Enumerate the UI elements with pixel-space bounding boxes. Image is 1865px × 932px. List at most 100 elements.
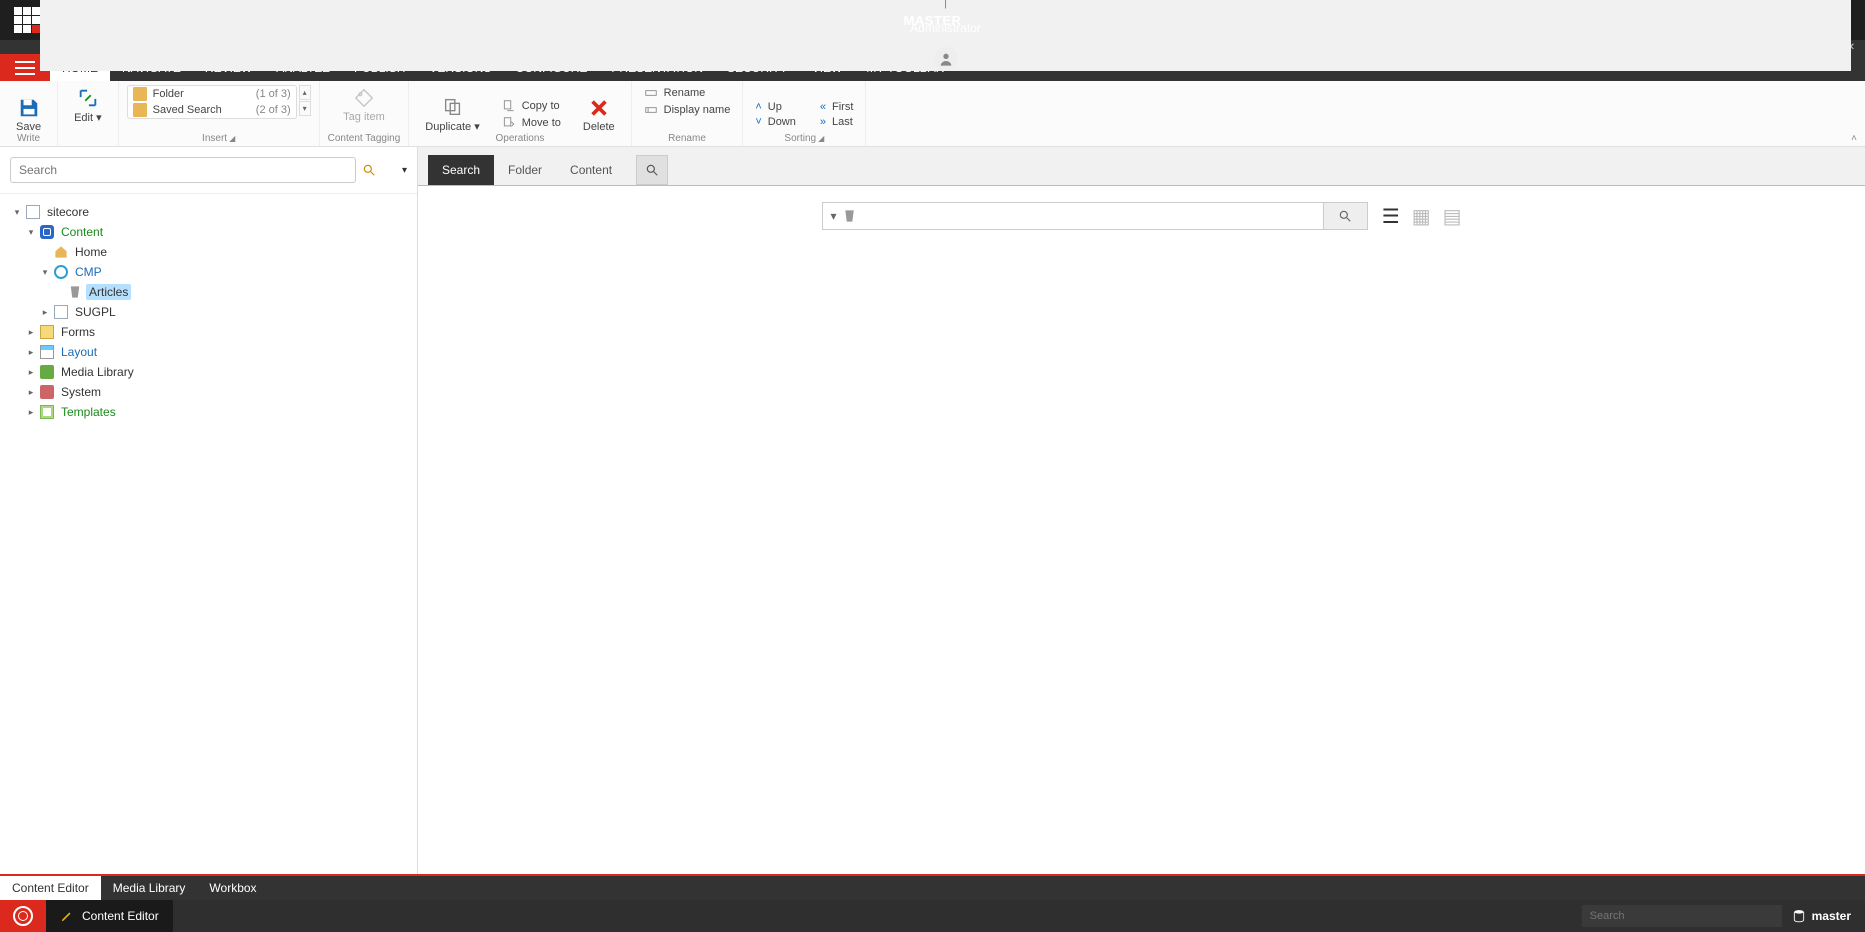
sort-up-button[interactable]: ˄Up [751, 100, 800, 114]
caret-down-icon: ▾ [96, 112, 102, 124]
edit-button[interactable]: Edit ▾ [66, 85, 110, 126]
expand-icon[interactable]: ▾ [26, 227, 36, 238]
bucket-icon [843, 209, 857, 223]
double-chevron-up-icon: « [820, 101, 826, 113]
bucket-search-box: ▾ [822, 202, 1368, 230]
search-icon[interactable] [362, 163, 376, 177]
dialog-launcher-icon[interactable]: ◢ [818, 134, 824, 143]
insert-folder-label: Folder [153, 88, 184, 100]
sort-down-button[interactable]: ˅Down [751, 115, 800, 129]
save-button[interactable]: Save [8, 95, 49, 135]
content-tree: ▾ sitecore ▾ Content Home ▾ CMP Articles ▸ S… [0, 194, 417, 874]
panel-search-button[interactable] [636, 155, 668, 185]
insert-saved-search[interactable]: Saved Search (2 of 3) [128, 102, 296, 118]
bucket-search-button[interactable] [1323, 203, 1367, 229]
insert-saved-label: Saved Search [153, 104, 222, 116]
expand-icon[interactable]: ▸ [26, 347, 36, 358]
home-icon [54, 245, 68, 259]
tree-node-forms[interactable]: Forms [58, 324, 98, 340]
dialog-launcher-icon[interactable]: ◢ [229, 134, 235, 143]
save-label: Save [16, 121, 41, 133]
tree-node-media[interactable]: Media Library [58, 364, 137, 380]
divider: | [944, 0, 947, 9]
view-list-icon[interactable]: ☰ [1382, 204, 1400, 229]
displayname-label: Display name [664, 104, 731, 116]
tree-node-cmp[interactable]: CMP [72, 264, 105, 280]
tree-node-sugpl[interactable]: SUGPL [72, 304, 119, 320]
bucket-search-input[interactable] [865, 203, 1323, 229]
moveto-label: Move to [522, 117, 561, 129]
layout-icon [40, 345, 54, 359]
expand-icon[interactable]: ▸ [40, 307, 50, 318]
group-label-write: Write [0, 133, 57, 144]
editor-tab-media-library[interactable]: Media Library [101, 876, 198, 900]
tree-node-templates[interactable]: Templates [58, 404, 119, 420]
expand-icon[interactable]: ▾ [12, 207, 22, 218]
panel-tab-content[interactable]: Content [556, 155, 626, 185]
folder-icon [133, 87, 147, 101]
editor-tab-content-editor[interactable]: Content Editor [0, 876, 101, 900]
ribbon-collapse-icon[interactable]: ˄ [1851, 133, 1857, 144]
doc-icon [54, 305, 68, 319]
avatar-icon[interactable] [934, 47, 958, 71]
waffle-launcher-icon[interactable] [14, 7, 40, 33]
tree-node-home[interactable]: Home [72, 244, 110, 260]
insert-saved-count: (2 of 3) [256, 104, 291, 116]
expand-icon[interactable]: ▸ [26, 367, 36, 378]
expand-icon[interactable]: ▾ [40, 267, 50, 278]
chevron-up-icon: ˄ [755, 101, 761, 113]
group-label-operations: Operations [409, 133, 630, 144]
main-area: ▾ ▾ sitecore ▾ Content Home ▾ CMP Articles … [0, 147, 1865, 874]
doc-icon [26, 205, 40, 219]
expand-icon[interactable]: ▸ [26, 387, 36, 398]
double-chevron-down-icon: » [820, 116, 826, 128]
tree-node-layout[interactable]: Layout [58, 344, 100, 360]
view-grid-icon[interactable]: ▦ [1412, 204, 1431, 229]
insert-folder-count: (1 of 3) [256, 88, 291, 100]
taskbar: Content Editor master [0, 900, 1865, 932]
delete-label: Delete [583, 121, 615, 133]
content-panel: Search Folder Content ▾ ☰ ▦ ▤ [418, 147, 1865, 874]
insert-list: Folder (1 of 3) Saved Search (2 of 3) [127, 85, 297, 119]
tree-search-input[interactable] [10, 157, 356, 183]
taskbar-database[interactable]: master [1792, 909, 1851, 923]
top-bar: MASTER Log out | Administrator [0, 0, 1865, 40]
tree-search-options[interactable]: ▾ [402, 165, 407, 176]
moveto-button[interactable]: Move to [498, 115, 565, 131]
filter-dropdown-icon[interactable]: ▾ [831, 209, 837, 223]
delete-button[interactable]: Delete [575, 95, 623, 135]
folder-icon [133, 103, 147, 117]
ribbon: Save Write Edit ▾ Folder (1 of 3) Saved S… [0, 81, 1865, 147]
tree-node-content[interactable]: Content [58, 224, 106, 240]
ring-icon [54, 265, 68, 279]
tree-node-articles[interactable]: Articles [86, 284, 131, 300]
rename-button[interactable]: Rename [640, 85, 735, 101]
media-icon [40, 365, 54, 379]
expand-icon[interactable]: ▸ [26, 327, 36, 338]
panel-tab-folder[interactable]: Folder [494, 155, 556, 185]
copyto-label: Copy to [522, 100, 560, 112]
expand-icon[interactable]: ▸ [26, 407, 36, 418]
duplicate-button[interactable]: Duplicate ▾ [417, 94, 487, 135]
tree-node-system[interactable]: System [58, 384, 104, 400]
insert-folder[interactable]: Folder (1 of 3) [128, 86, 296, 102]
tree-panel: ▾ ▾ sitecore ▾ Content Home ▾ CMP Articles … [0, 147, 418, 874]
insert-scroll-up[interactable]: ▴ [299, 85, 311, 100]
bucket-icon [68, 285, 82, 299]
taskbar-app-content-editor[interactable]: Content Editor [46, 900, 173, 932]
start-button[interactable] [0, 900, 46, 932]
sort-first-button[interactable]: «First [816, 100, 858, 114]
view-cards-icon[interactable]: ▤ [1443, 204, 1462, 229]
taskbar-search-input[interactable] [1582, 905, 1782, 927]
group-label-sorting: Sorting [784, 133, 816, 144]
insert-scroll-down[interactable]: ▾ [299, 101, 311, 116]
templates-icon [40, 405, 54, 419]
group-label-insert: Insert [202, 133, 227, 144]
editor-tab-workbox[interactable]: Workbox [197, 876, 268, 900]
displayname-button[interactable]: Display name [640, 102, 735, 118]
panel-tab-search[interactable]: Search [428, 155, 494, 185]
tree-node-sitecore[interactable]: sitecore [44, 204, 92, 220]
copyto-button[interactable]: Copy to [498, 98, 565, 114]
sort-last-button[interactable]: »Last [816, 115, 858, 129]
group-label-tagging: Content Tagging [328, 133, 401, 144]
